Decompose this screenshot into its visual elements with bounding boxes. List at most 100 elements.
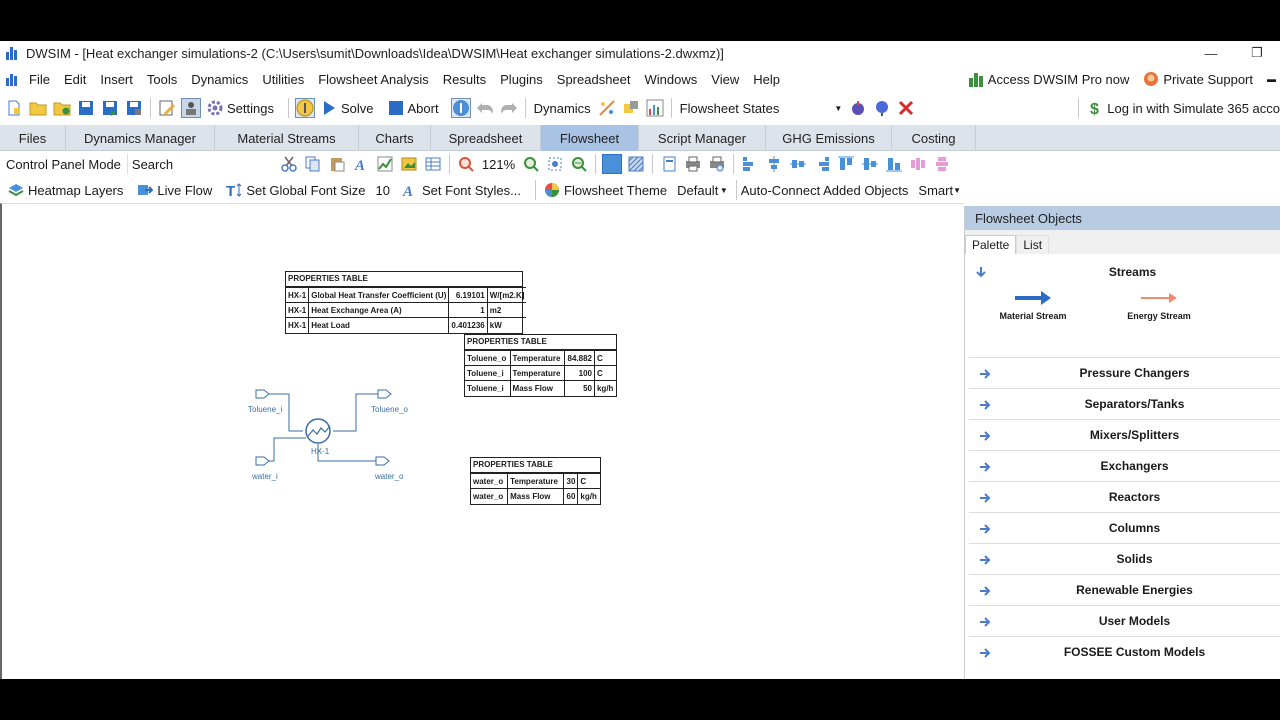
- menu-flowsheet-analysis[interactable]: Flowsheet Analysis: [311, 72, 436, 87]
- print-preview-icon[interactable]: [707, 154, 727, 174]
- copy-icon[interactable]: [303, 154, 323, 174]
- paste-icon[interactable]: [327, 154, 347, 174]
- distribute-horizontal-icon[interactable]: [908, 154, 928, 174]
- align-bottoms-icon[interactable]: [884, 154, 904, 174]
- set-global-font-size-button[interactable]: Set Global Font Size: [246, 183, 365, 198]
- tab-ghg-emissions[interactable]: GHG Emissions: [766, 125, 892, 151]
- add-chart-icon[interactable]: [375, 154, 395, 174]
- heat-exchanger-icon[interactable]: [305, 418, 331, 444]
- zoom-in-icon[interactable]: [521, 154, 541, 174]
- delete-state-icon[interactable]: [896, 98, 916, 118]
- settings-gear-icon[interactable]: [205, 98, 225, 118]
- pause-solver-icon[interactable]: [294, 98, 315, 118]
- restore-state-icon[interactable]: [872, 98, 892, 118]
- zoom-icon[interactable]: [456, 154, 476, 174]
- menu-dynamics[interactable]: Dynamics: [184, 72, 255, 87]
- save-state-icon[interactable]: [848, 98, 868, 118]
- material-stream-item[interactable]: Material Stream: [973, 287, 1093, 321]
- hx-properties-table[interactable]: PROPERTIES TABLE HX-1 Global Heat Transf…: [285, 271, 527, 334]
- new-file-icon[interactable]: [4, 98, 24, 118]
- auto-connect-dropdown[interactable]: Smart ▼: [914, 180, 965, 200]
- zoom-fit-icon[interactable]: [545, 154, 565, 174]
- tab-material-streams[interactable]: Material Streams: [215, 125, 359, 151]
- category-item[interactable]: FOSSEE Custom Models: [969, 636, 1280, 667]
- grid-toggle-icon[interactable]: [602, 154, 623, 174]
- category-streams[interactable]: Streams: [965, 256, 1280, 287]
- control-panel-mode-toggle[interactable]: Control Panel Mode: [6, 157, 121, 172]
- heatmap-layers-button[interactable]: Heatmap Layers: [28, 183, 123, 198]
- inspector-icon[interactable]: [181, 98, 201, 118]
- app-menu-icon[interactable]: [4, 69, 20, 89]
- tab-flowsheet[interactable]: Flowsheet: [541, 125, 639, 151]
- category-item[interactable]: Exchangers: [969, 450, 1280, 481]
- live-flow-button[interactable]: Live Flow: [157, 183, 212, 198]
- menu-plugins[interactable]: Plugins: [493, 72, 550, 87]
- add-image-icon[interactable]: [399, 154, 419, 174]
- tab-costing[interactable]: Costing: [892, 125, 976, 151]
- align-rights-icon[interactable]: [812, 154, 832, 174]
- print-icon[interactable]: [683, 154, 703, 174]
- tab-files[interactable]: Files: [0, 125, 66, 151]
- category-item[interactable]: User Models: [969, 605, 1280, 636]
- distribute-vertical-icon[interactable]: [932, 154, 952, 174]
- flowsheet-states-dropdown[interactable]: Flowsheet States ▼: [675, 98, 847, 118]
- menu-edit[interactable]: Edit: [57, 72, 93, 87]
- category-item[interactable]: Renewable Energies: [969, 574, 1280, 605]
- dynamics-chart-icon[interactable]: [645, 98, 665, 118]
- private-support-link[interactable]: Private Support: [1139, 71, 1257, 87]
- stream-water-i[interactable]: [255, 437, 306, 466]
- restore-button[interactable]: ❐: [1234, 41, 1280, 65]
- zoom-level[interactable]: 121%: [482, 157, 515, 172]
- menu-windows[interactable]: Windows: [638, 72, 705, 87]
- menu-spreadsheet[interactable]: Spreadsheet: [550, 72, 638, 87]
- flowsheet-canvas[interactable]: PROPERTIES TABLE HX-1 Global Heat Transf…: [0, 203, 964, 679]
- save-icon[interactable]: [76, 98, 96, 118]
- water-properties-table[interactable]: PROPERTIES TABLE water_o Temperature 30 …: [470, 457, 601, 505]
- category-item[interactable]: Mixers/Splitters: [969, 419, 1280, 450]
- redo-icon[interactable]: [499, 98, 519, 118]
- energy-stream-item[interactable]: Energy Stream: [1099, 287, 1219, 321]
- tab-palette[interactable]: Palette: [965, 235, 1017, 254]
- align-lefts-icon[interactable]: [740, 154, 760, 174]
- set-font-styles-button[interactable]: Set Font Styles...: [422, 183, 521, 198]
- save-as-icon[interactable]: [124, 98, 144, 118]
- page-setup-icon[interactable]: [659, 154, 679, 174]
- settings-button[interactable]: Settings: [227, 101, 274, 116]
- menu-view[interactable]: View: [704, 72, 746, 87]
- tab-list[interactable]: List: [1016, 235, 1050, 254]
- align-centers-icon[interactable]: [764, 154, 784, 174]
- menu-insert[interactable]: Insert: [93, 72, 140, 87]
- dynamics-integrator-icon[interactable]: [597, 98, 617, 118]
- save-all-icon[interactable]: [100, 98, 120, 118]
- category-item[interactable]: Reactors: [969, 481, 1280, 512]
- simulate365-login-link[interactable]: Log in with Simulate 365 acco: [1107, 101, 1280, 116]
- undo-icon[interactable]: [475, 98, 495, 118]
- category-item[interactable]: Separators/Tanks: [969, 388, 1280, 419]
- zoom-out-icon[interactable]: [569, 154, 589, 174]
- edit-properties-icon[interactable]: [157, 98, 177, 118]
- solve-button[interactable]: Solve: [341, 101, 374, 116]
- menu-help[interactable]: Help: [746, 72, 787, 87]
- dynamics-schedule-icon[interactable]: [621, 98, 641, 118]
- font-size-input[interactable]: 10: [376, 183, 392, 198]
- menu-results[interactable]: Results: [436, 72, 493, 87]
- open-recent-icon[interactable]: [52, 98, 72, 118]
- search-field[interactable]: Search: [126, 154, 277, 174]
- solve-play-icon[interactable]: [319, 98, 339, 118]
- tab-dynamics-manager[interactable]: Dynamics Manager: [66, 125, 215, 151]
- tab-script-manager[interactable]: Script Manager: [639, 125, 766, 151]
- abort-button[interactable]: Abort: [408, 101, 439, 116]
- menu-file[interactable]: File: [22, 72, 57, 87]
- toluene-properties-table[interactable]: PROPERTIES TABLE Toluene_o Temperature 8…: [464, 334, 617, 397]
- dwsim-pro-link[interactable]: Access DWSIM Pro now: [964, 71, 1134, 87]
- category-item[interactable]: Pressure Changers: [969, 357, 1280, 388]
- menu-tools[interactable]: Tools: [140, 72, 184, 87]
- align-middles-icon[interactable]: [788, 154, 808, 174]
- align-tops-icon[interactable]: [836, 154, 856, 174]
- dynamics-button[interactable]: Dynamics: [534, 101, 591, 116]
- add-table-icon[interactable]: [423, 154, 443, 174]
- collapse-ribbon-button[interactable]: ▬: [1263, 74, 1280, 84]
- category-item[interactable]: Columns: [969, 512, 1280, 543]
- tab-charts[interactable]: Charts: [359, 125, 431, 151]
- info-icon[interactable]: [450, 98, 471, 118]
